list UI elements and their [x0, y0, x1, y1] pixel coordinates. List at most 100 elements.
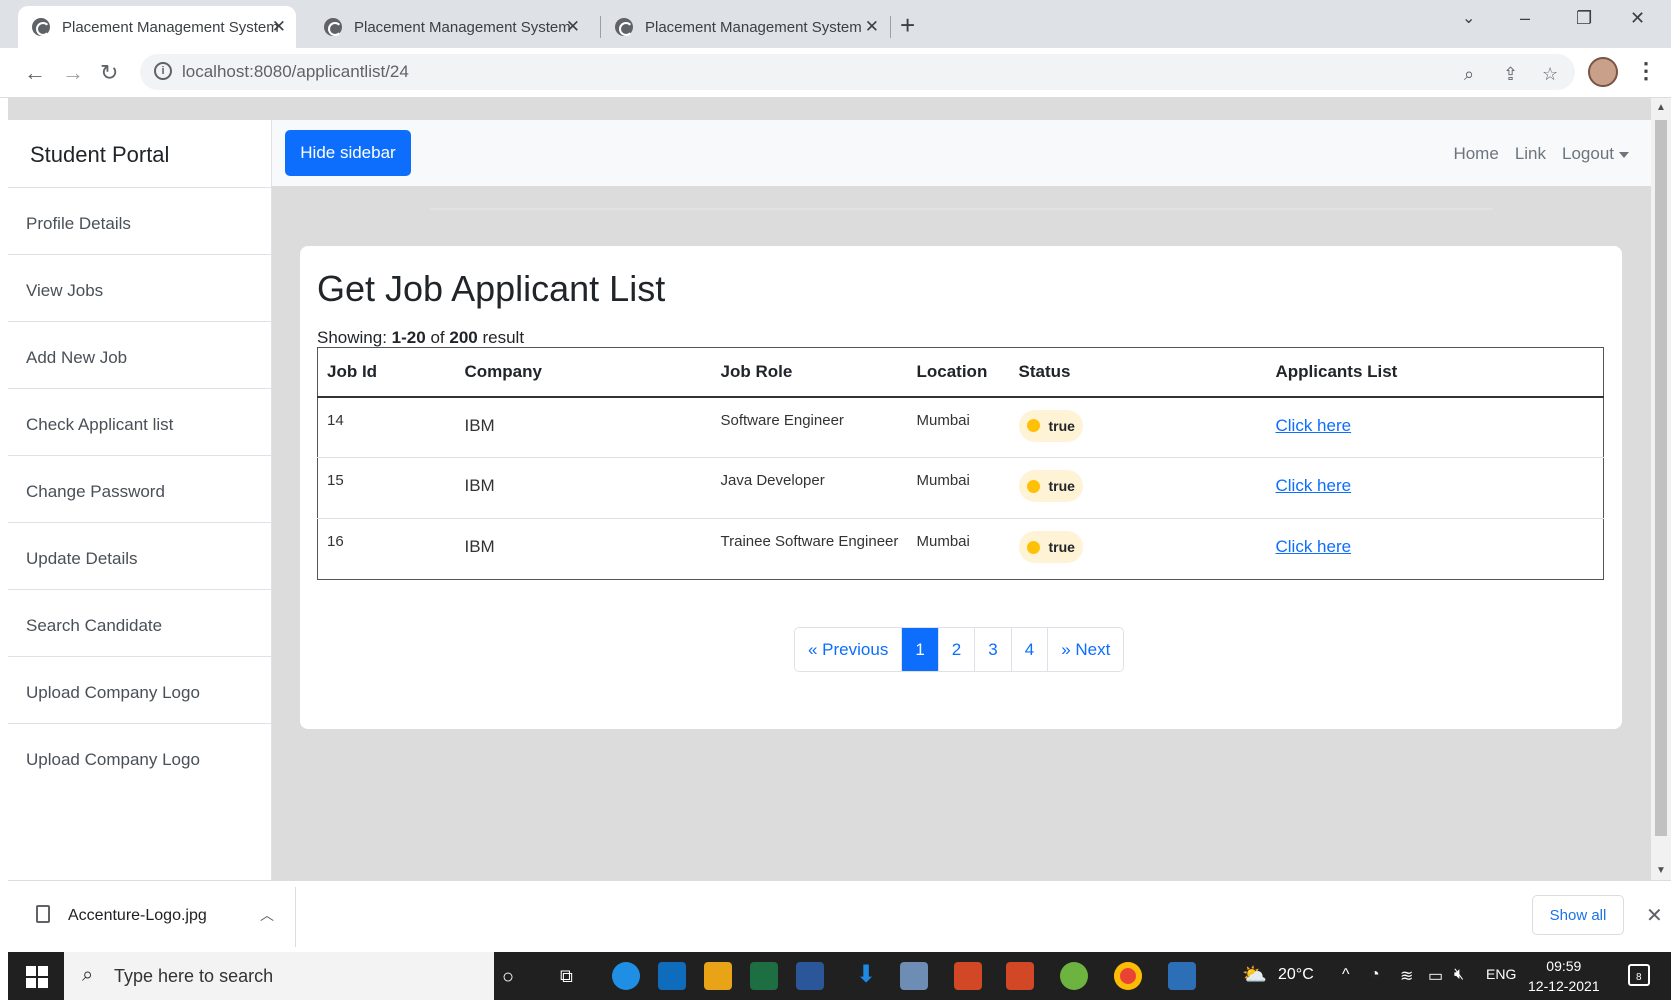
sidebar-item-check-applicant-list[interactable]: Check Applicant list — [8, 389, 271, 456]
window-close-icon[interactable]: ✕ — [1630, 8, 1645, 29]
browser-tab[interactable]: Placement Management System ✕ — [601, 6, 889, 48]
cell-status: true — [1009, 396, 1267, 458]
cell-job-id: 14 — [317, 396, 456, 458]
pagination-page-3[interactable]: 3 — [975, 628, 1012, 671]
sidebar-item-profile-details[interactable]: Profile Details — [8, 188, 271, 255]
pagination-page-1[interactable]: 1 — [902, 628, 939, 671]
battery-icon[interactable]: ▭ — [1428, 966, 1443, 986]
reload-icon[interactable]: ↻ — [100, 60, 118, 86]
download-file-name[interactable]: Accenture-Logo.jpg — [68, 907, 207, 925]
click-here-link[interactable]: Click here — [1276, 416, 1352, 435]
pdf-icon[interactable] — [1006, 962, 1034, 990]
tab-title: Placement Management System — [354, 18, 571, 36]
scrollbar-thumb[interactable] — [1655, 120, 1667, 836]
sidebar-item-add-new-job[interactable]: Add New Job — [8, 322, 271, 389]
chevron-up-icon[interactable]: ︿ — [260, 905, 274, 925]
address-bar[interactable]: i localhost:8080/applicantlist/24 — [140, 54, 1575, 90]
clock[interactable]: 09:59 12-12-2021 — [1528, 956, 1600, 996]
sidebar-item-view-jobs[interactable]: View Jobs — [8, 255, 271, 322]
hide-sidebar-button[interactable]: Hide sidebar — [285, 130, 411, 176]
site-info-icon[interactable]: i — [154, 62, 172, 80]
zoom-icon[interactable]: ⌕ — [1464, 64, 1474, 85]
sidebar-item-search-candidate[interactable]: Search Candidate — [8, 590, 271, 657]
forward-icon[interactable]: → — [62, 60, 84, 86]
spring-icon[interactable] — [1060, 962, 1088, 990]
image-viewer-icon[interactable] — [1168, 962, 1196, 990]
col-header-location: Location — [907, 347, 1010, 398]
excel-icon[interactable] — [750, 962, 778, 990]
scroll-up-icon[interactable]: ▲ — [1656, 102, 1666, 113]
status-badge: true — [1018, 470, 1083, 502]
share-icon[interactable]: ⇪ — [1503, 64, 1518, 85]
click-here-link[interactable]: Click here — [1276, 537, 1352, 556]
sidebar-item-change-password[interactable]: Change Password — [8, 456, 271, 523]
page-scrollbar[interactable]: ▲ ▼ — [1651, 98, 1671, 880]
nav-logout-dropdown[interactable]: Logout — [1562, 144, 1629, 164]
sidebar-item-update-details[interactable]: Update Details — [8, 523, 271, 590]
download-arrow-icon[interactable]: ⬇ — [856, 960, 876, 989]
wifi-icon[interactable]: ≋ — [1400, 966, 1413, 986]
search-placeholder: Type here to search — [114, 966, 274, 986]
chrome-icon[interactable] — [1114, 962, 1142, 990]
cortana-icon[interactable]: ○ — [502, 966, 514, 989]
notification-icon[interactable]: 8 — [1628, 964, 1650, 986]
pagination-page-2[interactable]: 2 — [938, 628, 976, 671]
close-download-bar-icon[interactable]: ✕ — [1646, 903, 1663, 928]
browser-tab[interactable]: Placement Management System ✕ — [310, 6, 590, 48]
pagination-previous[interactable]: « Previous — [795, 628, 903, 671]
cell-company: IBM — [455, 396, 712, 458]
edge-icon[interactable] — [612, 962, 640, 990]
cell-status: true — [1010, 519, 1267, 580]
status-badge: true — [1018, 409, 1083, 442]
table-row: 14 IBM Software Engineer Mumbai true Cli… — [317, 396, 1604, 458]
browser-tab-active[interactable]: Placement Management System ✕ — [18, 6, 296, 48]
sidebar-item-upload-company-logo-2[interactable]: Upload Company Logo — [8, 724, 271, 791]
restore-icon[interactable]: ❐ — [1576, 8, 1592, 29]
col-header-applicants-list: Applicants List — [1266, 347, 1604, 398]
pagination-next[interactable]: » Next — [1048, 628, 1124, 671]
minimize-icon[interactable]: – — [1520, 8, 1530, 29]
notification-count: 8 — [1636, 972, 1642, 983]
tab-search-icon[interactable]: ⌄ — [1462, 8, 1475, 28]
network-icon[interactable]: ◔ — [1370, 966, 1380, 984]
word-icon[interactable] — [796, 962, 824, 990]
status-dot-icon — [1026, 479, 1040, 493]
photos-icon[interactable] — [900, 962, 928, 990]
close-icon[interactable]: ✕ — [865, 17, 879, 37]
task-view-icon[interactable]: ⧉ — [560, 966, 573, 987]
show-hidden-icons-icon[interactable]: ^ — [1342, 966, 1350, 984]
nav-home-link[interactable]: Home — [1453, 144, 1498, 164]
close-icon[interactable]: ✕ — [566, 17, 580, 37]
powerpoint-icon[interactable] — [954, 962, 982, 990]
sidebar-brand[interactable]: Student Portal — [8, 120, 271, 188]
show-all-button[interactable]: Show all — [1532, 895, 1624, 935]
mail-icon[interactable] — [658, 962, 686, 990]
volume-muted-icon[interactable]: 🔇︎ — [1454, 966, 1464, 984]
weather-icon[interactable]: ⛅ — [1242, 962, 1267, 987]
download-bar: Accenture-Logo.jpg ︿ Show all ✕ — [8, 880, 1671, 952]
globe-icon — [32, 18, 50, 36]
click-here-link[interactable]: Click here — [1276, 476, 1352, 495]
nav-link[interactable]: Link — [1515, 144, 1546, 164]
back-icon[interactable]: ← — [24, 60, 46, 86]
screen: Placement Management System ✕ Placement … — [0, 0, 1671, 1000]
weather-temp[interactable]: 20°C — [1278, 966, 1314, 984]
scroll-down-icon[interactable]: ▼ — [1656, 865, 1666, 876]
caret-down-icon — [1619, 151, 1629, 158]
profile-avatar[interactable] — [1588, 57, 1618, 87]
sidebar: Student Portal Profile Details View Jobs… — [8, 120, 272, 880]
browser-menu-icon[interactable]: ⋮ — [1635, 58, 1657, 84]
store-icon[interactable] — [704, 962, 732, 990]
new-tab-icon[interactable]: + — [900, 10, 915, 41]
pagination-page-4[interactable]: 4 — [1011, 628, 1049, 671]
divider — [430, 208, 1493, 210]
language-indicator[interactable]: ENG — [1486, 966, 1516, 982]
clock-date: 12-12-2021 — [1528, 978, 1600, 994]
cell-job-id: 16 — [327, 533, 344, 550]
bookmark-star-icon[interactable]: ☆ — [1542, 64, 1558, 85]
url-text: localhost:8080/applicantlist/24 — [182, 62, 409, 81]
taskbar-search-input[interactable]: ⌕ Type here to search — [64, 952, 494, 1000]
close-icon[interactable]: ✕ — [272, 17, 286, 37]
windows-start-icon[interactable] — [26, 966, 48, 988]
sidebar-item-upload-company-logo[interactable]: Upload Company Logo — [8, 657, 271, 724]
